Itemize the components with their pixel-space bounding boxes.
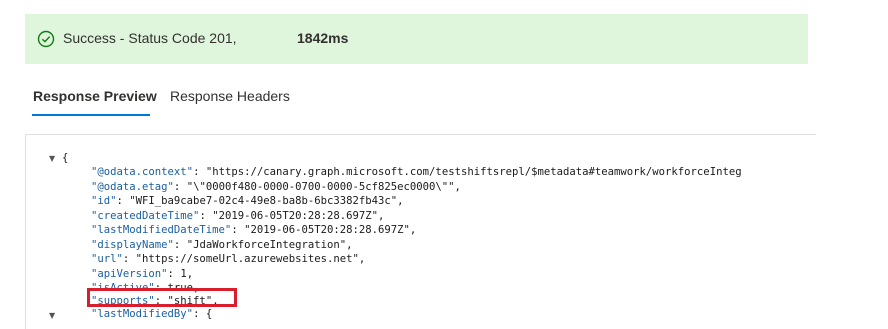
response-tabs: Response Preview Response Headers <box>25 84 808 118</box>
highlight-annotation-box <box>87 288 237 307</box>
response-duration: 1842ms <box>297 30 349 46</box>
status-text: Success - Status Code 201, <box>63 30 237 46</box>
code-line-id: "id": "WFI_ba9cabe7-02c4-49e8-ba8b-6bc33… <box>91 195 404 207</box>
check-circle-icon <box>37 30 55 48</box>
code-line-created: "createdDateTime": "2019-06-05T20:28:28.… <box>91 209 385 222</box>
tab-response-preview[interactable]: Response Preview <box>33 88 157 104</box>
code-line-odata-etag: "@odata.etag": "\"0000f480-0000-0700-000… <box>91 180 461 193</box>
code-line-last-modified: "lastModifiedDateTime": "2019-06-05T20:2… <box>91 224 417 236</box>
code-line-last-modified-by: "lastModifiedBy": { <box>91 308 213 320</box>
status-banner: Success - Status Code 201, 1842ms <box>25 14 808 64</box>
code-line-odata-context: "@odata.context": "https://canary.graph.… <box>91 166 742 178</box>
collapse-arrow-icon[interactable]: ▼ <box>49 311 55 320</box>
code-line-api-version: "apiVersion": 1, <box>91 267 194 280</box>
active-tab-indicator <box>32 114 150 116</box>
code-line-display-name: "displayName": "JdaWorkforceIntegration"… <box>91 238 353 251</box>
collapse-arrow-icon[interactable]: ▼ <box>49 154 55 163</box>
code-line-open-brace: { <box>62 152 69 164</box>
tab-response-headers[interactable]: Response Headers <box>170 88 290 104</box>
code-line-url: "url": "https://someUrl.azurewebsites.ne… <box>91 253 366 265</box>
